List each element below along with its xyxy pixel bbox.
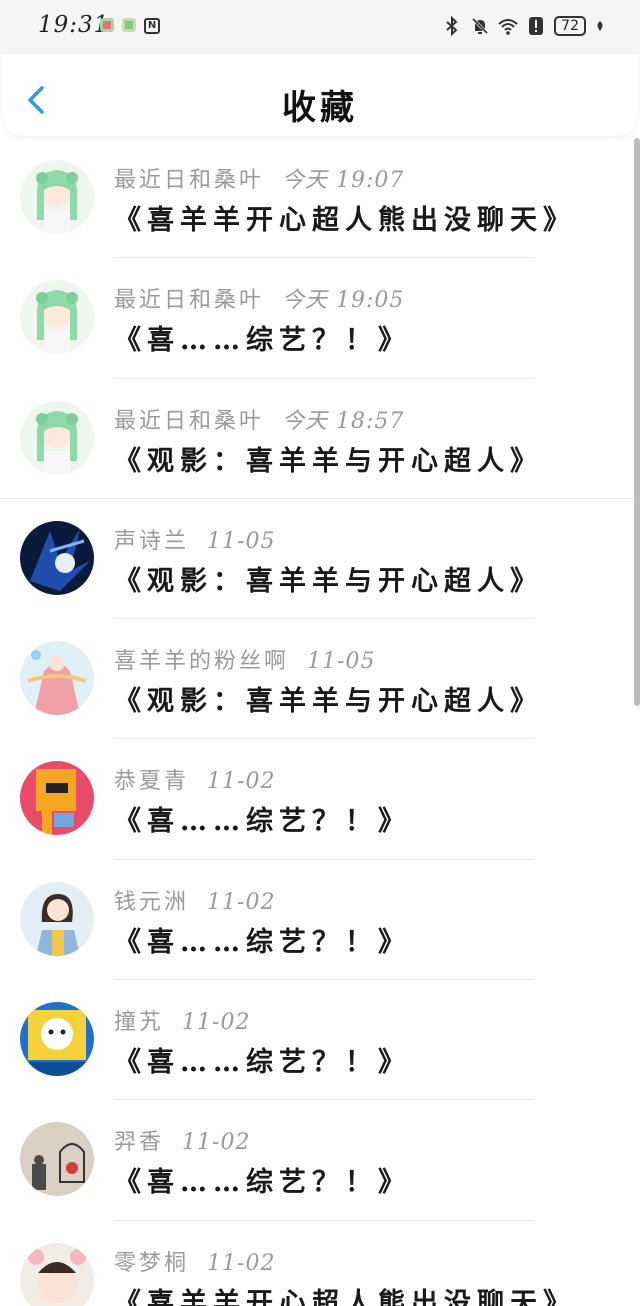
list-item[interactable]: 声诗兰 11-05 《观影：喜羊羊与开心超人》	[0, 499, 634, 620]
nfc-icon: N	[144, 18, 160, 34]
nav-header: 收藏	[2, 54, 638, 136]
list-item[interactable]: 钱元洲 11-02 《喜……综艺？！》	[0, 860, 634, 981]
item-time: 今天 19:07	[282, 168, 405, 193]
scrollbar[interactable]	[634, 138, 640, 706]
list-item[interactable]: 最近日和桑叶 今天 19:05 《喜……综艺？！》	[0, 258, 634, 379]
item-meta: 最近日和桑叶 今天 19:07	[114, 162, 404, 194]
item-meta: 恭夏青 11-02	[114, 763, 275, 795]
item-title: 《喜……综艺？！》	[114, 1047, 411, 1079]
list-item[interactable]: 最近日和桑叶 今天 18:57 《观影：喜羊羊与开心超人》	[0, 379, 640, 499]
avatar	[20, 280, 94, 355]
avatar	[20, 1122, 94, 1197]
avatar	[20, 520, 94, 595]
alert-icon	[529, 17, 544, 35]
item-time: 11-02	[207, 769, 276, 795]
status-time: 19:31	[38, 12, 110, 38]
status-notification-icons: N	[100, 18, 160, 34]
list-item[interactable]: 喜羊羊的粉丝啊 11-05 《观影：喜羊羊与开心超人》	[0, 619, 634, 740]
item-time: 今天 19:05	[282, 288, 405, 314]
item-title: 《喜……综艺？！》	[114, 325, 411, 357]
favorites-list: 最近日和桑叶 今天 19:07 《喜羊羊开心超人熊出没聊天》 最近日和桑叶 今天 1…	[0, 138, 640, 1306]
item-meta: 钱元洲 11-02	[114, 884, 275, 916]
item-title: 《观影：喜羊羊与开心超人》	[114, 565, 543, 597]
item-title: 《喜……综艺？！》	[114, 1167, 411, 1199]
list-item[interactable]: 零梦桐 11-02 《喜羊羊开心超人熊出没聊天》	[0, 1221, 634, 1306]
item-author: 恭夏青	[114, 769, 190, 795]
item-author: 声诗兰	[114, 528, 190, 554]
item-meta: 羿香 11-02	[114, 1124, 250, 1156]
battery-level: 72	[554, 16, 586, 36]
item-title: 《喜……综艺？！》	[114, 926, 411, 958]
avatar	[20, 400, 94, 475]
item-meta: 声诗兰 11-05	[114, 523, 275, 555]
list-item[interactable]: 恭夏青 11-02 《喜……综艺？！》	[0, 739, 634, 860]
item-meta: 喜羊羊的粉丝啊 11-05	[114, 643, 375, 675]
leaf-icon	[597, 21, 603, 31]
item-title: 《喜……综艺？！》	[114, 806, 411, 838]
item-meta: 零梦桐 11-02	[114, 1245, 275, 1277]
status-bar: 19:31 N 72	[0, 0, 640, 54]
item-time: 11-02	[182, 1130, 251, 1156]
item-title: 《喜羊羊开心超人熊出没聊天》	[114, 205, 576, 236]
item-author: 最近日和桑叶	[114, 168, 265, 193]
list-item[interactable]: 最近日和桑叶 今天 19:07 《喜羊羊开心超人熊出没聊天》	[0, 138, 634, 259]
avatar	[20, 160, 94, 234]
bluetooth-icon	[446, 16, 458, 36]
bell-off-icon	[472, 17, 489, 35]
item-author: 撞艽	[114, 1010, 165, 1036]
item-time: 11-02	[182, 1010, 251, 1036]
item-title: 《观影：喜羊羊与开心超人》	[114, 686, 543, 718]
avatar	[20, 881, 94, 956]
item-meta: 最近日和桑叶 今天 19:05	[114, 282, 404, 314]
item-title: 《观影：喜羊羊与开心超人》	[114, 445, 543, 477]
item-author: 最近日和桑叶	[114, 288, 265, 314]
app-notification-icon	[100, 18, 114, 32]
avatar	[20, 641, 94, 716]
item-time: 11-05	[307, 649, 376, 675]
item-meta: 撞艽 11-02	[114, 1004, 250, 1036]
item-time: 11-02	[207, 1250, 276, 1276]
item-title: 《喜羊羊开心超人熊出没聊天》	[114, 1287, 576, 1306]
item-time: 11-02	[207, 889, 276, 915]
avatar	[20, 761, 94, 836]
item-author: 喜羊羊的粉丝啊	[114, 649, 290, 675]
item-time: 今天 18:57	[282, 408, 405, 434]
status-system-icons: 72	[442, 16, 606, 36]
item-meta: 最近日和桑叶 今天 18:57	[114, 403, 404, 435]
item-author: 零梦桐	[114, 1250, 190, 1276]
list-item[interactable]: 羿香 11-02 《喜……综艺？！》	[0, 1100, 634, 1221]
wifi-icon	[498, 19, 518, 35]
avatar	[20, 1242, 94, 1306]
avatar	[20, 1002, 94, 1077]
item-author: 羿香	[114, 1130, 165, 1156]
list-item[interactable]: 撞艽 11-02 《喜……综艺？！》	[0, 980, 634, 1101]
page-title: 收藏	[282, 88, 358, 128]
item-time: 11-05	[207, 528, 276, 554]
item-author: 最近日和桑叶	[114, 408, 265, 434]
item-author: 钱元洲	[114, 889, 190, 915]
app-notification-icon	[122, 18, 136, 32]
